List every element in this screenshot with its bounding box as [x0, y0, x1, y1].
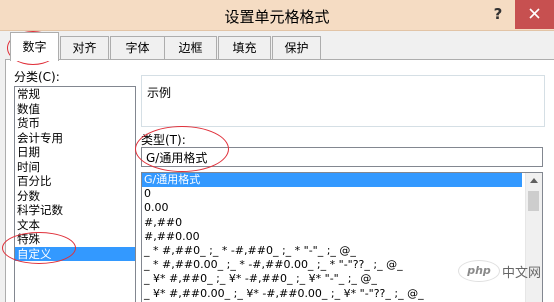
annotation-circle-type [135, 126, 229, 172]
tab-strip: 数字 对齐 字体 边框 填充 保护 [0, 30, 554, 61]
category-item-accounting[interactable]: 会计专用 [15, 131, 135, 146]
tab-border[interactable]: 边框 [164, 36, 217, 59]
format-item[interactable]: #,##0 [142, 216, 524, 230]
format-item[interactable]: _ ¥* #,##0.00_ ;_ ¥* -#,##0.00_ ;_ ¥* "-… [142, 287, 524, 301]
annotation-circle-custom [2, 232, 76, 264]
close-icon [529, 8, 540, 19]
help-button[interactable]: ? [491, 5, 505, 23]
tab-number[interactable]: 数字 [10, 32, 59, 61]
category-item-date[interactable]: 日期 [15, 145, 135, 160]
tab-font[interactable]: 字体 [110, 36, 165, 59]
category-item-fraction[interactable]: 分数 [15, 189, 135, 204]
category-item-text[interactable]: 文本 [15, 218, 135, 233]
watermark: php 中文网 [458, 255, 554, 285]
category-item-general[interactable]: 常规 [15, 87, 135, 102]
tab-protection[interactable]: 保护 [272, 36, 321, 59]
category-item-currency[interactable]: 货币 [15, 116, 135, 131]
watermark-text: 中文网 [502, 266, 542, 281]
category-item-number[interactable]: 数值 [15, 102, 135, 117]
sample-label: 示例 [147, 86, 172, 100]
title-bar: 设置单元格格式 ? [0, 0, 554, 31]
format-item[interactable]: 0 [142, 187, 524, 201]
scroll-thumb[interactable] [528, 191, 539, 211]
format-item[interactable]: G/通用格式 [142, 173, 522, 188]
scroll-up-button[interactable] [526, 173, 542, 189]
tab-fill[interactable]: 填充 [218, 36, 271, 59]
chevron-up-icon [530, 178, 538, 183]
format-item[interactable]: #,##0.00 [142, 230, 524, 244]
window-title: 设置单元格格式 [224, 8, 330, 26]
category-item-percentage[interactable]: 百分比 [15, 174, 135, 189]
watermark-logo: php [458, 260, 500, 282]
sample-group [141, 75, 545, 127]
category-item-time[interactable]: 时间 [15, 160, 135, 175]
category-item-scientific[interactable]: 科学记数 [15, 203, 135, 218]
tab-alignment[interactable]: 对齐 [60, 36, 109, 59]
category-list[interactable]: 常规 数值 货币 会计专用 日期 时间 百分比 分数 科学记数 文本 特殊 自定… [14, 86, 136, 302]
format-item[interactable]: 0.00 [142, 201, 524, 215]
close-button[interactable] [515, 0, 554, 29]
category-label: 分类(C): [14, 70, 60, 84]
